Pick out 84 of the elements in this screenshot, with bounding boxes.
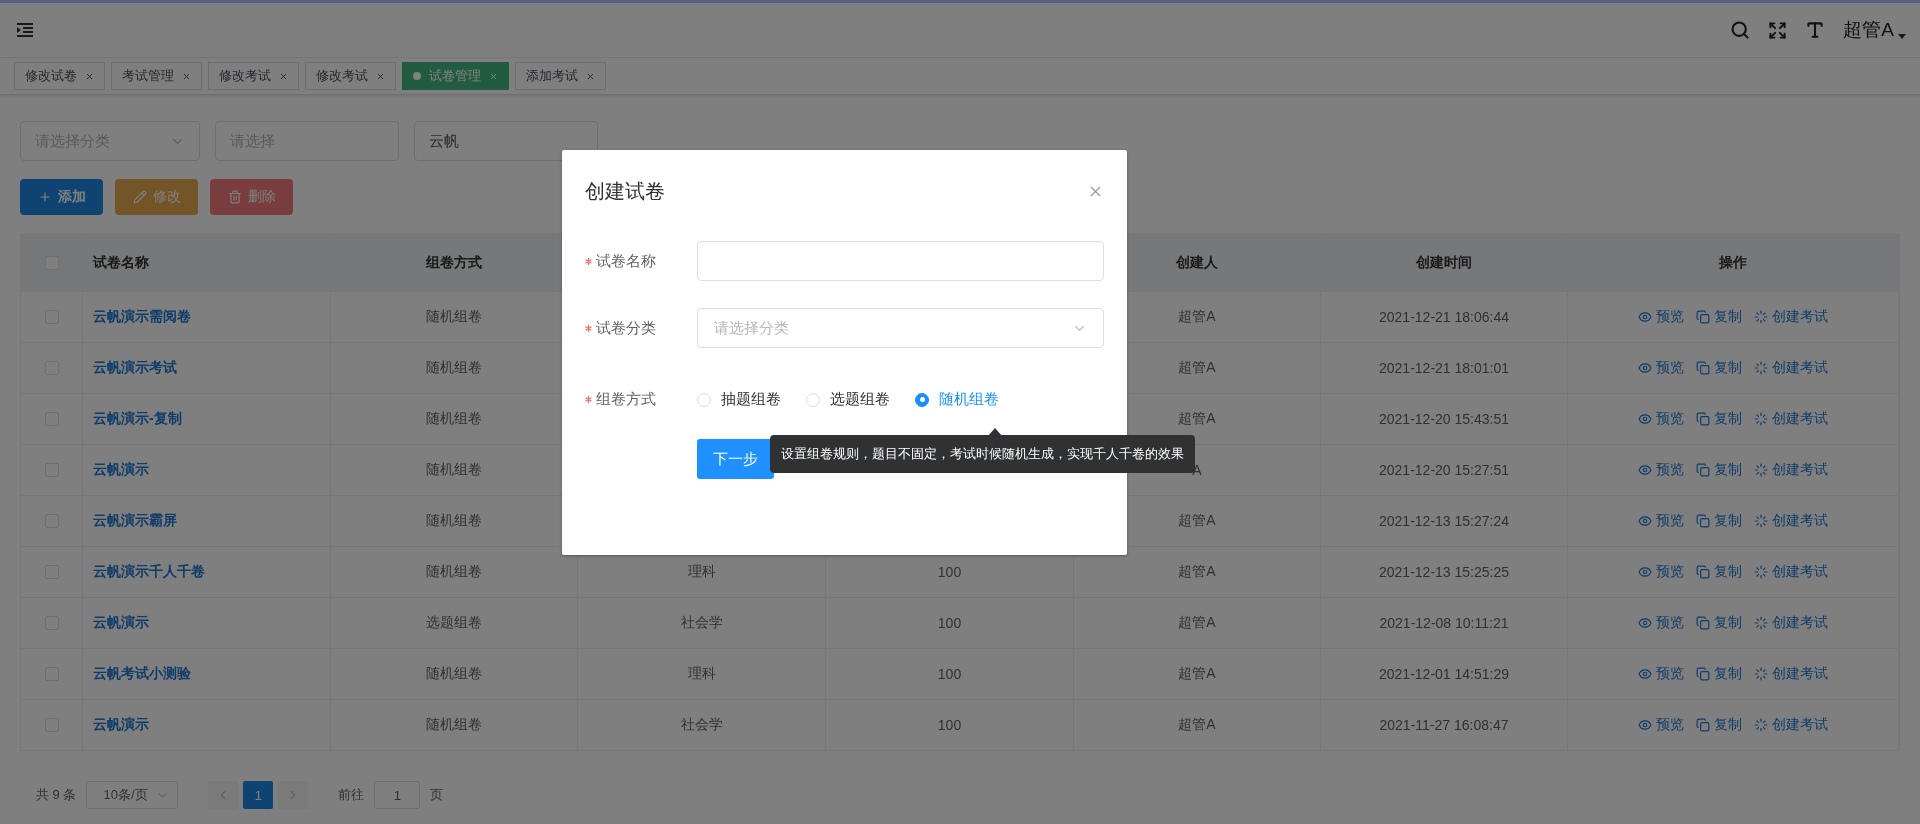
category-select[interactable]: 请选择分类 <box>696 308 1104 348</box>
radio-option[interactable]: 抽题组卷 <box>697 390 781 409</box>
add-button[interactable]: 添加 <box>20 179 103 215</box>
table-cell: 随机组卷 <box>331 700 578 750</box>
row-action-link[interactable]: 创建考试 <box>1754 614 1828 632</box>
row-action-link[interactable]: 预览 <box>1638 308 1684 326</box>
paper-name[interactable]: 云帆考试小测验 <box>83 649 331 699</box>
tooltip: 设置组卷规则，题目不固定，考试时候随机生成，实现千人千卷的效果 <box>770 435 1195 473</box>
page-number[interactable]: 1 <box>243 781 274 809</box>
table-cell: 超管A <box>1074 700 1321 750</box>
paper-name[interactable]: 云帆演示考试 <box>83 343 331 393</box>
table-cell: 随机组卷 <box>331 649 578 699</box>
row-action-link[interactable]: 预览 <box>1638 665 1684 683</box>
dialog-title: 创建试卷 <box>585 179 665 204</box>
row-action-link[interactable]: 复制 <box>1696 461 1742 479</box>
table-cell: 2021-12-13 15:27:24 <box>1321 496 1568 546</box>
row-action-link[interactable]: 复制 <box>1696 308 1742 326</box>
radio-option[interactable]: 随机组卷 <box>915 390 999 409</box>
table-cell: 2021-12-01 14:51:29 <box>1321 649 1568 699</box>
goto-page-field[interactable]: 1 <box>374 781 421 809</box>
row-action-link[interactable]: 创建考试 <box>1754 512 1828 530</box>
row-action-link[interactable]: 创建考试 <box>1754 563 1828 581</box>
radio-option[interactable]: 选题组卷 <box>806 390 890 409</box>
row-action-link[interactable]: 创建考试 <box>1754 461 1828 479</box>
row-action-link[interactable]: 预览 <box>1638 716 1684 734</box>
table-cell: 100 <box>826 700 1074 750</box>
paper-name[interactable]: 云帆演示千人千卷 <box>83 547 331 597</box>
paper-name[interactable]: 云帆演示-复制 <box>83 394 331 444</box>
table-cell: 2021-12-20 15:43:51 <box>1321 394 1568 444</box>
page-tab[interactable]: 修改试卷 <box>14 62 105 90</box>
table-cell: 2021-12-13 15:25:25 <box>1321 547 1568 597</box>
table-cell: 社会学 <box>578 700 826 750</box>
row-action-link[interactable]: 创建考试 <box>1754 716 1828 734</box>
row-action-link[interactable]: 预览 <box>1638 359 1684 377</box>
page-label: 页 <box>430 786 444 804</box>
field-label: 组卷方式 <box>596 390 656 409</box>
table-cell: 2021-12-21 18:06:44 <box>1321 292 1568 342</box>
next-step-button[interactable]: 下一步 <box>697 439 774 479</box>
column-header: 创建时间 <box>1321 234 1568 291</box>
row-action-link[interactable]: 复制 <box>1696 563 1742 581</box>
row-action-link[interactable]: 预览 <box>1638 614 1684 632</box>
page-tab[interactable]: 添加考试 <box>515 62 606 90</box>
table-cell: 2021-12-08 10:11:21 <box>1321 598 1568 648</box>
page-tab[interactable]: 考试管理 <box>111 62 202 90</box>
row-action-link[interactable]: 复制 <box>1696 665 1742 683</box>
page-tab[interactable]: 修改考试 <box>305 62 396 90</box>
table-cell: 100 <box>826 598 1074 648</box>
table-cell: 理科 <box>578 649 826 699</box>
table-cell: 2021-12-21 18:01:01 <box>1321 343 1568 393</box>
page-tab[interactable]: 修改考试 <box>208 62 299 90</box>
row-action-link[interactable]: 复制 <box>1696 410 1742 428</box>
row-action-link[interactable]: 复制 <box>1696 512 1742 530</box>
row-action-link[interactable]: 预览 <box>1638 461 1684 479</box>
table-cell: 超管A <box>1074 649 1321 699</box>
user-name[interactable]: 超管A <box>1843 17 1894 43</box>
row-action-link[interactable]: 预览 <box>1638 512 1684 530</box>
table-cell: 社会学 <box>578 598 826 648</box>
column-header: 试卷名称 <box>83 234 331 291</box>
table-cell: 超管A <box>1074 598 1321 648</box>
paper-name[interactable]: 云帆演示霸屏 <box>83 496 331 546</box>
row-action-link[interactable]: 预览 <box>1638 410 1684 428</box>
table-cell: 选题组卷 <box>331 598 578 648</box>
paper-name[interactable]: 云帆演示 <box>83 700 331 750</box>
page-tab[interactable]: 试卷管理 <box>402 62 509 90</box>
column-header: 操作 <box>1568 234 1899 291</box>
table-cell: 100 <box>826 649 1074 699</box>
row-action-link[interactable]: 创建考试 <box>1754 308 1828 326</box>
paper-name[interactable]: 云帆演示 <box>83 598 331 648</box>
row-action-link[interactable]: 复制 <box>1696 614 1742 632</box>
field-label: 试卷分类 <box>596 318 656 338</box>
goto-label: 前往 <box>338 786 365 804</box>
row-action-link[interactable]: 预览 <box>1638 563 1684 581</box>
table-cell: 2021-12-20 15:27:51 <box>1321 445 1568 495</box>
row-action-link[interactable]: 创建考试 <box>1754 359 1828 377</box>
paper-name[interactable]: 云帆演示需阅卷 <box>83 292 331 342</box>
table-cell: 2021-11-27 16:08:47 <box>1321 700 1568 750</box>
row-action-link[interactable]: 复制 <box>1696 359 1742 377</box>
field-label: 试卷名称 <box>596 251 656 271</box>
page-size-select[interactable]: 10条/页 <box>86 781 179 809</box>
paper-name[interactable]: 云帆演示 <box>83 445 331 495</box>
row-action-link[interactable]: 创建考试 <box>1754 665 1828 683</box>
total-count: 共 9 条 <box>36 786 77 804</box>
row-action-link[interactable]: 复制 <box>1696 716 1742 734</box>
row-action-link[interactable]: 创建考试 <box>1754 410 1828 428</box>
